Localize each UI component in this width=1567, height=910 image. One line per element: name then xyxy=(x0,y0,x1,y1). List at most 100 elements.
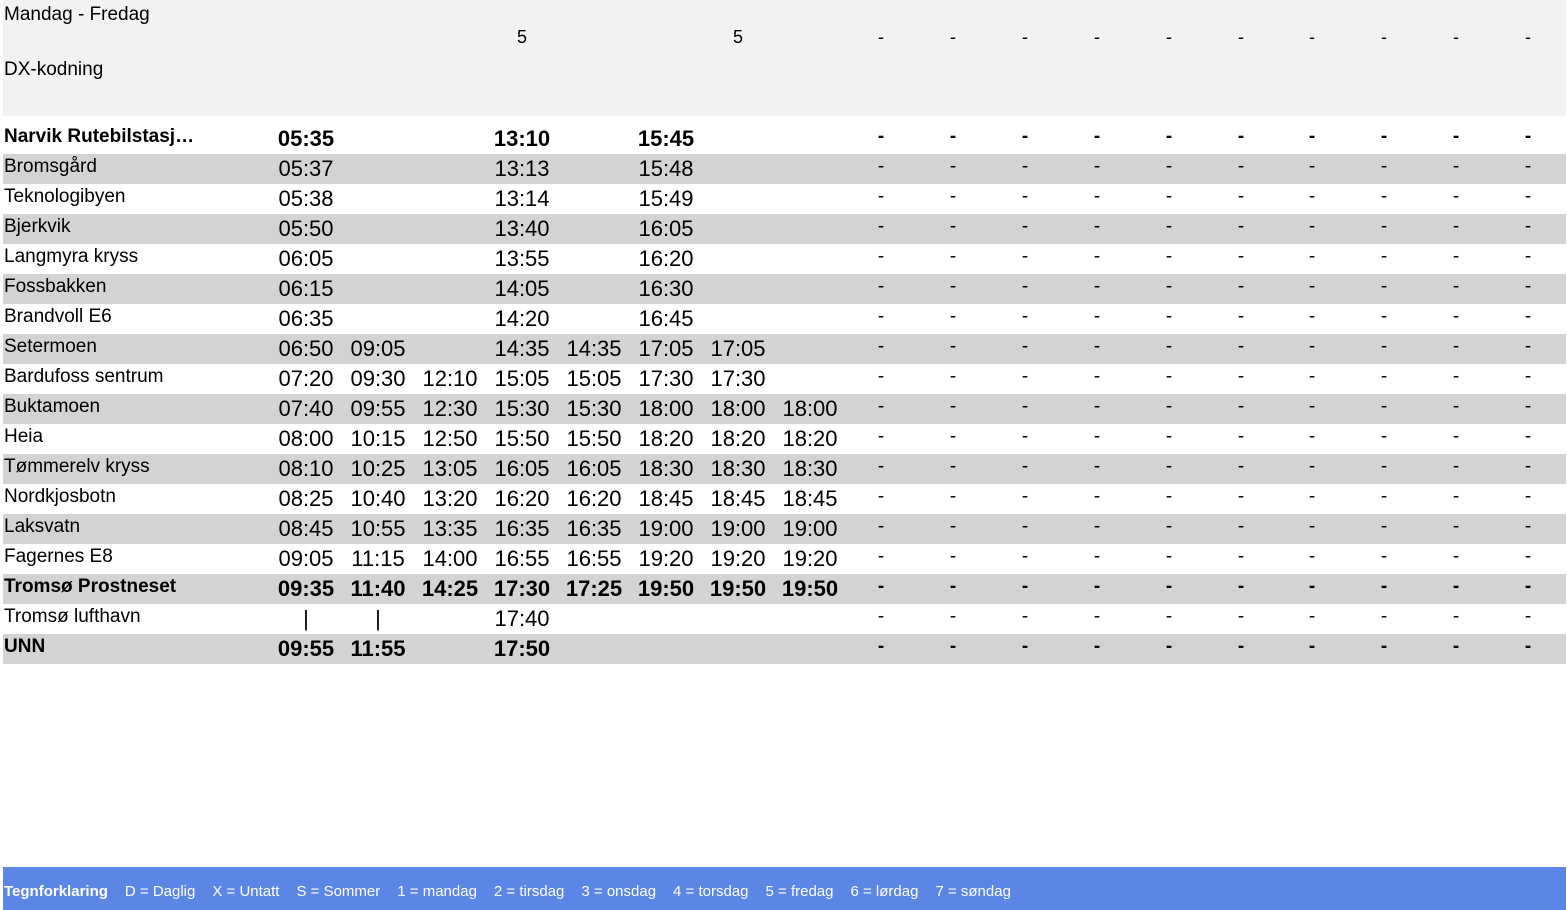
placeholder-cell: - xyxy=(1308,126,1316,147)
header-code-cell: - xyxy=(1453,27,1459,47)
legend-item: 3 = onsdag xyxy=(581,883,657,900)
placeholder-cell: - xyxy=(1165,336,1173,357)
departure-time: 12:10 xyxy=(422,366,478,391)
departure-time: 11:55 xyxy=(350,636,406,661)
placeholder-cell: - xyxy=(949,606,957,627)
placeholder-cell: - xyxy=(1237,276,1245,297)
departure-time: 16:35 xyxy=(494,516,550,541)
departure-time: | xyxy=(303,606,309,631)
table-row: Tromsø Prostneset 09:35 11:40 14:25 17:30 17:… xyxy=(3,574,1566,604)
placeholder-cell: - xyxy=(1380,156,1388,177)
legend-item: X = Untatt xyxy=(212,883,280,900)
placeholder-cell: - xyxy=(1237,156,1245,177)
placeholder-cell: - xyxy=(1093,456,1101,477)
placeholder-cell: - xyxy=(877,486,885,507)
placeholder-cell: - xyxy=(1524,276,1532,297)
placeholder-cell: - xyxy=(1093,396,1101,417)
placeholder-cell: - xyxy=(949,186,957,207)
placeholder-cell: - xyxy=(1237,576,1245,597)
departure-time: 14:35 xyxy=(566,336,622,361)
placeholder-cell: - xyxy=(1380,276,1388,297)
placeholder-cell: - xyxy=(1524,516,1532,537)
placeholder-cell: - xyxy=(1165,366,1173,387)
stop-name: Bardufoss sentrum xyxy=(4,366,164,387)
departure-time: 16:30 xyxy=(638,276,694,301)
departure-time: 16:20 xyxy=(566,486,622,511)
placeholder-cell: - xyxy=(1452,276,1460,297)
departure-time: 19:20 xyxy=(782,546,838,571)
placeholder-cell: - xyxy=(949,426,957,447)
placeholder-cell: - xyxy=(949,216,957,237)
placeholder-cell: - xyxy=(1021,366,1029,387)
departure-time: 16:55 xyxy=(566,546,622,571)
placeholder-cell: - xyxy=(1524,576,1532,597)
timetable-header: Mandag - Fredag DX-kodning 5 5 - - - - - - - - - - xyxy=(3,0,1566,116)
placeholder-cell: - xyxy=(1524,486,1532,507)
placeholder-cell: - xyxy=(1308,276,1316,297)
departure-time: 18:30 xyxy=(710,456,766,481)
departure-time: 10:25 xyxy=(350,456,406,481)
departure-time: 17:30 xyxy=(493,576,551,601)
departure-time: 06:15 xyxy=(278,276,334,301)
placeholder-cell: - xyxy=(949,366,957,387)
departure-time: 08:45 xyxy=(278,516,334,541)
placeholder-cell: - xyxy=(1165,186,1173,207)
departure-time: 18:00 xyxy=(638,396,694,421)
placeholder-cell: - xyxy=(1308,426,1316,447)
placeholder-cell: - xyxy=(1093,366,1101,387)
table-row: UNN 09:55 11:55 17:50 - - - - - - - - - - xyxy=(3,634,1566,664)
placeholder-cell: - xyxy=(1237,186,1245,207)
placeholder-cell: - xyxy=(1452,636,1460,657)
placeholder-cell: - xyxy=(1021,636,1029,657)
placeholder-cell: - xyxy=(1524,306,1532,327)
departure-time: 18:20 xyxy=(782,426,838,451)
departure-time: 16:05 xyxy=(638,216,694,241)
placeholder-cell: - xyxy=(1021,216,1029,237)
placeholder-cell: - xyxy=(1165,636,1173,657)
placeholder-cell: - xyxy=(1524,216,1532,237)
placeholder-cell: - xyxy=(949,306,957,327)
departure-time: 14:35 xyxy=(494,336,550,361)
table-row: Brandvoll E6 06:35 14:20 16:45 - - - - - - - - - - xyxy=(3,304,1566,334)
placeholder-cell: - xyxy=(877,246,885,267)
departure-time: 14:00 xyxy=(422,546,478,571)
dx-coding-label: DX-kodning xyxy=(4,59,104,80)
departure-time: 19:00 xyxy=(782,516,838,541)
departure-time: 15:50 xyxy=(494,426,550,451)
placeholder-cell: - xyxy=(1165,426,1173,447)
placeholder-cell: - xyxy=(1021,456,1029,477)
placeholder-cell: - xyxy=(1093,486,1101,507)
header-code-cell: - xyxy=(878,27,884,47)
legend-title: Tegnforklaring xyxy=(4,883,108,900)
placeholder-cell: - xyxy=(1093,126,1101,147)
placeholder-cell: - xyxy=(1237,336,1245,357)
legend-item: 1 = mandag xyxy=(397,883,477,900)
placeholder-cell: - xyxy=(1237,606,1245,627)
departure-time: 09:30 xyxy=(350,366,406,391)
placeholder-cell: - xyxy=(1308,636,1316,657)
departure-time: 09:05 xyxy=(278,546,334,571)
departure-time: 09:55 xyxy=(277,636,335,661)
departure-time: 16:05 xyxy=(566,456,622,481)
departure-time: 15:50 xyxy=(566,426,622,451)
departure-time: 15:30 xyxy=(494,396,550,421)
placeholder-cell: - xyxy=(1165,546,1173,567)
departure-time: 06:05 xyxy=(278,246,334,271)
placeholder-cell: - xyxy=(1165,306,1173,327)
placeholder-cell: - xyxy=(1380,186,1388,207)
placeholder-cell: - xyxy=(1021,396,1029,417)
placeholder-cell: - xyxy=(1524,156,1532,177)
placeholder-cell: - xyxy=(1237,426,1245,447)
placeholder-cell: - xyxy=(1308,246,1316,267)
placeholder-cell: - xyxy=(949,126,957,147)
departure-time: 14:05 xyxy=(494,276,550,301)
placeholder-cell: - xyxy=(877,306,885,327)
departure-time: 19:50 xyxy=(709,576,767,601)
departure-time: 07:20 xyxy=(278,366,334,391)
placeholder-cell: - xyxy=(877,576,885,597)
placeholder-cell: - xyxy=(1093,216,1101,237)
placeholder-cell: - xyxy=(1452,576,1460,597)
stop-name: Laksvatn xyxy=(4,516,81,537)
placeholder-cell: - xyxy=(1021,486,1029,507)
stop-name: Teknologibyen xyxy=(4,186,126,207)
